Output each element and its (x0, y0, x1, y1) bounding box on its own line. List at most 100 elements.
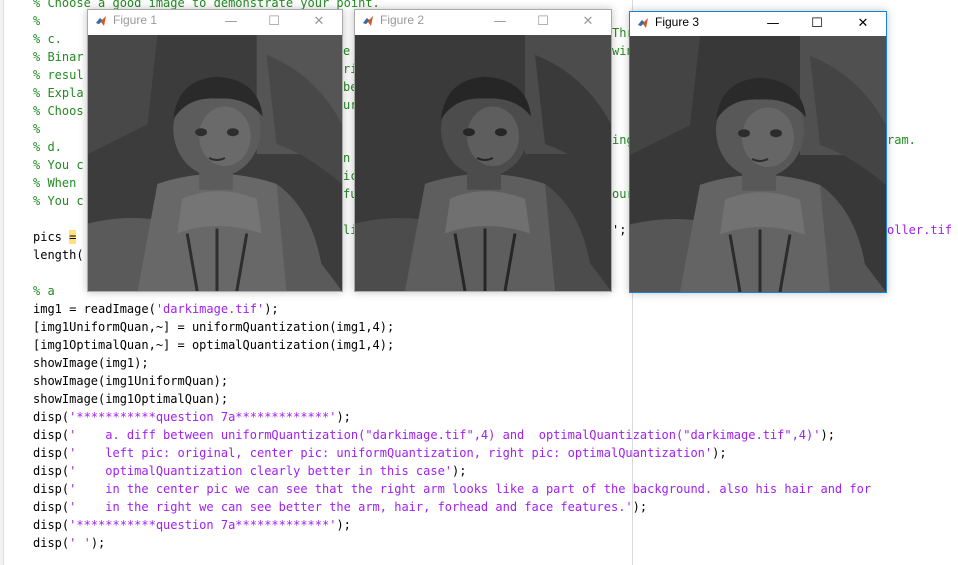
code-token: % Choos (33, 104, 84, 118)
baby-photo (88, 35, 342, 291)
code-line[interactable]: % Choos (33, 102, 84, 120)
maximize-button[interactable]: ☐ (794, 12, 840, 34)
baby-photo (630, 36, 886, 292)
code-line[interactable]: % resul (33, 66, 84, 84)
figure-titlebar[interactable]: Figure 3 — ☐ ✕ (630, 12, 886, 34)
figure-window-3[interactable]: Figure 3 — ☐ ✕ (629, 11, 887, 293)
code-line[interactable]: % c. (33, 30, 62, 48)
code-line[interactable]: showImage(img1OptimalQuan); (33, 390, 228, 408)
code-token: length( (33, 248, 84, 262)
code-token: disp( (33, 482, 70, 496)
code-token: disp( (33, 536, 70, 550)
code-fragment: oller.tif (887, 223, 953, 237)
matlab-logo-icon (363, 16, 373, 26)
code-token: % c. (33, 32, 62, 46)
code-token: % Expla (33, 86, 84, 100)
code-line[interactable]: % d. (33, 138, 62, 156)
code-line[interactable]: % Expla (33, 84, 84, 102)
code-line[interactable]: disp(' '); (33, 534, 105, 552)
code-token: ); (90, 536, 106, 550)
code-token: ' a. diff between uniformQuantization("d… (69, 428, 821, 442)
code-line[interactable]: % Binar (33, 48, 84, 66)
code-line[interactable]: disp('***********question 7a************… (33, 516, 351, 534)
code-line[interactable]: pics = (33, 228, 77, 246)
code-line[interactable]: img1 = readImage('darkimage.tif'); (33, 300, 279, 318)
code-token: disp( (33, 518, 70, 532)
code-line[interactable]: % (33, 12, 40, 30)
code-token: ); (336, 518, 351, 532)
matlab-logo-icon (638, 18, 648, 28)
code-line[interactable]: disp(' a. diff between uniformQuantizati… (33, 426, 835, 444)
code-fragment: ram. (887, 133, 916, 147)
minimize-button[interactable]: — (208, 10, 254, 32)
code-token: ); (712, 446, 727, 460)
code-token: 'darkimage.tif' (155, 302, 265, 316)
code-line[interactable]: % a (33, 282, 55, 300)
editor-gutter (0, 0, 4, 565)
baby-photo (355, 35, 611, 291)
maximize-button[interactable]: ☐ (251, 10, 297, 32)
close-button[interactable]: ✕ (840, 12, 886, 34)
code-token: ); (632, 500, 648, 514)
code-token: pics (33, 230, 70, 244)
figure-image (630, 36, 886, 292)
figure-window-1[interactable]: Figure 1 — ☐ ✕ (87, 9, 343, 292)
matlab-logo-icon (96, 16, 106, 26)
code-token: '***********question 7a*************' (69, 518, 337, 532)
figure-image (88, 35, 342, 291)
code-token: [img1UniformQuan,~] = uniformQuantizatio… (33, 320, 395, 334)
code-token: '***********question 7a*************' (69, 410, 337, 424)
code-token: showImage(img1UniformQuan); (33, 374, 229, 388)
code-token: disp( (33, 464, 70, 478)
code-token: ' optimalQuantization clearly better in … (69, 464, 453, 478)
code-line[interactable]: showImage(img1); (33, 354, 149, 372)
code-token: ); (336, 410, 351, 424)
code-token: % When (33, 176, 77, 190)
code-token: img1 = readImage( (33, 302, 156, 316)
code-token: ' in the right we can see better the arm… (69, 500, 633, 514)
code-token: ' ' (69, 536, 91, 550)
code-token: showImage(img1); (33, 356, 149, 370)
code-line[interactable]: disp('***********question 7a************… (33, 408, 351, 426)
code-line[interactable]: disp(' left pic: original, center pic: u… (33, 444, 727, 462)
close-button[interactable]: ✕ (296, 10, 342, 32)
code-token: % a (33, 284, 55, 298)
code-token: ); (820, 428, 835, 442)
code-token: disp( (33, 500, 70, 514)
code-token: ' in the center pic we can see that the … (69, 482, 872, 496)
code-line[interactable]: length( (33, 246, 84, 264)
figure-title: Figure 3 (655, 15, 700, 29)
figure-titlebar[interactable]: Figure 1 — ☐ ✕ (88, 10, 342, 32)
code-line[interactable]: % When (33, 174, 76, 192)
code-token: % d. (33, 140, 62, 154)
code-fragment: e (343, 44, 351, 58)
code-token: % You c (33, 158, 84, 172)
figure-window-2[interactable]: Figure 2 — ☐ ✕ (354, 9, 612, 292)
code-line[interactable]: % You c (33, 156, 84, 174)
code-token: ); (452, 464, 467, 478)
figure-title: Figure 1 (113, 13, 158, 27)
code-token: % (33, 122, 41, 136)
minimize-button[interactable]: — (477, 10, 523, 32)
code-line[interactable]: % (33, 120, 40, 138)
code-token: = (69, 230, 77, 244)
code-token: disp( (33, 410, 70, 424)
code-token: showImage(img1OptimalQuan); (33, 392, 229, 406)
code-line[interactable]: disp(' in the center pic we can see that… (33, 480, 871, 498)
minimize-button[interactable]: — (750, 12, 796, 34)
code-line[interactable]: [img1UniformQuan,~] = uniformQuantizatio… (33, 318, 394, 336)
code-line[interactable]: disp(' optimalQuantization clearly bette… (33, 462, 466, 480)
code-line[interactable]: [img1OptimalQuan,~] = optimalQuantizatio… (33, 336, 394, 354)
code-line[interactable]: % You c (33, 192, 84, 210)
code-token: [img1OptimalQuan,~] = optimalQuantizatio… (33, 338, 395, 352)
code-line[interactable]: showImage(img1UniformQuan); (33, 372, 228, 390)
maximize-button[interactable]: ☐ (520, 10, 566, 32)
code-token: % resul (33, 68, 84, 82)
code-token: % Binar (33, 50, 84, 64)
figure-title: Figure 2 (380, 13, 425, 27)
figure-titlebar[interactable]: Figure 2 — ☐ ✕ (355, 10, 611, 32)
code-fragment: '; (612, 223, 627, 237)
close-button[interactable]: ✕ (565, 10, 611, 32)
code-token: disp( (33, 428, 70, 442)
code-line[interactable]: disp(' in the right we can see better th… (33, 498, 647, 516)
